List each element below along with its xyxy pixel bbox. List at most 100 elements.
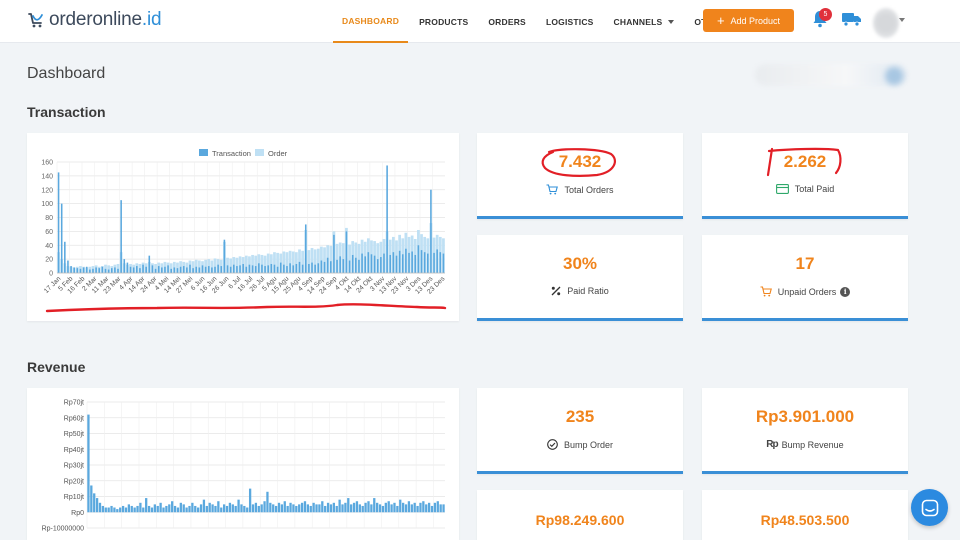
chevron-down-icon xyxy=(668,19,675,24)
transaction-bar xyxy=(320,260,323,273)
transaction-bar xyxy=(279,262,282,273)
revenue-bar xyxy=(399,499,402,513)
revenue-bar xyxy=(116,509,119,513)
revenue-bar xyxy=(442,504,445,513)
transaction-bar xyxy=(370,254,373,273)
main-nav: DASHBOARD PRODUCTS ORDERS LOGISTICS CHAN… xyxy=(333,0,754,43)
transaction-bar xyxy=(376,259,379,273)
nav-dashboard[interactable]: DASHBOARD xyxy=(333,0,409,43)
revenue-bar xyxy=(303,501,307,513)
transaction-bar xyxy=(226,265,229,273)
revenue-bar xyxy=(373,498,376,513)
revenue-bar xyxy=(124,507,128,513)
transaction-bar xyxy=(170,268,172,273)
revenue-bar xyxy=(142,507,145,513)
transaction-bar xyxy=(107,269,110,273)
add-product-button[interactable]: + Add Product xyxy=(703,9,794,32)
chart-axis: Rp-10000000 Rp0 Rp10jt Rp20jt Rp30jt Rp40jt Rp… xyxy=(42,400,85,533)
transaction-bar xyxy=(414,254,417,273)
transaction-bar xyxy=(286,266,288,273)
transaction-bar xyxy=(264,266,266,273)
revenue-bar xyxy=(416,505,419,513)
revenue-bar xyxy=(234,505,237,513)
revenue-bar xyxy=(104,507,107,513)
y-tick-label: Rp50jt xyxy=(64,431,84,438)
revenue-bar xyxy=(404,504,408,513)
transaction-bar xyxy=(323,261,326,273)
transaction-bar xyxy=(276,266,279,273)
transaction-bar xyxy=(179,266,182,273)
revenue-bar xyxy=(121,505,125,513)
revenue-bar xyxy=(315,504,318,513)
transaction-bar xyxy=(145,266,147,273)
revenue-bar xyxy=(185,507,188,513)
revenue-bar xyxy=(237,499,240,513)
stat-bump-revenue: Rp3.901.000 Rp Bump Revenue xyxy=(702,388,908,474)
revenue-bar xyxy=(101,505,105,513)
transaction-bar xyxy=(395,255,398,273)
info-icon[interactable]: i xyxy=(840,286,851,297)
chat-icon xyxy=(921,499,938,516)
transaction-bar xyxy=(79,268,82,273)
revenue-bar xyxy=(202,499,206,513)
transaction-bar xyxy=(304,224,307,273)
transaction-bar xyxy=(261,264,263,273)
revenue-bar xyxy=(217,501,220,513)
revenue-bar xyxy=(147,505,151,513)
stat-unpaid-orders: 17 Unpaid Orders i xyxy=(702,235,908,321)
transaction-bar xyxy=(207,266,210,273)
legend-swatch-transaction xyxy=(199,149,208,156)
revenue-bar xyxy=(254,502,258,513)
annotation-bracket xyxy=(766,147,842,177)
revenue-bar xyxy=(182,504,185,513)
truck-icon[interactable] xyxy=(841,11,863,27)
notification-badge: 5 xyxy=(819,8,832,21)
revenue-bar xyxy=(329,504,333,513)
transaction-bar xyxy=(380,257,382,273)
revenue-bar xyxy=(283,501,286,513)
revenue-bar xyxy=(419,502,422,513)
stat-paid-ratio: 30% Paid Ratio xyxy=(477,235,683,321)
transaction-bar xyxy=(70,266,72,273)
revenue-bar xyxy=(272,504,275,513)
revenue-bar xyxy=(173,505,177,513)
nav-channels[interactable]: CHANNELS xyxy=(605,0,684,43)
section-title-revenue: Revenue xyxy=(27,359,86,375)
stat-value: Rp3.901.000 xyxy=(755,407,855,426)
transaction-bar xyxy=(114,267,116,273)
chat-button[interactable] xyxy=(911,489,948,526)
chevron-down-icon[interactable] xyxy=(899,18,905,22)
transaction-bar xyxy=(308,263,310,273)
stat-value: 17 xyxy=(795,254,815,273)
transaction-bar xyxy=(314,264,316,273)
revenue-bar xyxy=(364,502,367,513)
transaction-bar xyxy=(389,254,392,273)
transaction-bar xyxy=(57,172,60,273)
avatar[interactable] xyxy=(873,8,899,38)
transaction-bar xyxy=(339,256,341,273)
stat-label: Bump Order xyxy=(563,439,614,450)
revenue-bar xyxy=(240,504,243,513)
revenue-bar xyxy=(277,502,281,513)
revenue-bar xyxy=(355,501,359,513)
revenue-bar xyxy=(298,504,301,513)
nav-logistics[interactable]: LOGISTICS xyxy=(537,0,603,43)
revenue-bar xyxy=(205,505,208,513)
filter-icon[interactable] xyxy=(885,67,903,85)
y-tick-label: 140 xyxy=(41,173,53,180)
transaction-bar xyxy=(126,262,129,273)
y-tick-label: Rp20jt xyxy=(64,478,84,485)
percent-icon xyxy=(551,286,561,296)
nav-orders[interactable]: ORDERS xyxy=(479,0,535,43)
revenue-bar xyxy=(110,505,113,513)
page-title: Dashboard xyxy=(27,65,106,82)
transaction-bar xyxy=(204,266,207,273)
stat-total-paid: 2.262 Total Paid xyxy=(702,133,908,219)
revenue-bar xyxy=(133,507,136,513)
transaction-bar xyxy=(289,263,291,273)
revenue-chart: Rp-10000000 Rp0 Rp10jt Rp20jt Rp30jt Rp40jt Rp… xyxy=(42,400,445,533)
revenue-bar xyxy=(168,504,171,513)
nav-products[interactable]: PRODUCTS xyxy=(410,0,477,43)
revenue-bar xyxy=(139,502,142,513)
brand-logo[interactable]: orderonline.id xyxy=(27,9,162,31)
